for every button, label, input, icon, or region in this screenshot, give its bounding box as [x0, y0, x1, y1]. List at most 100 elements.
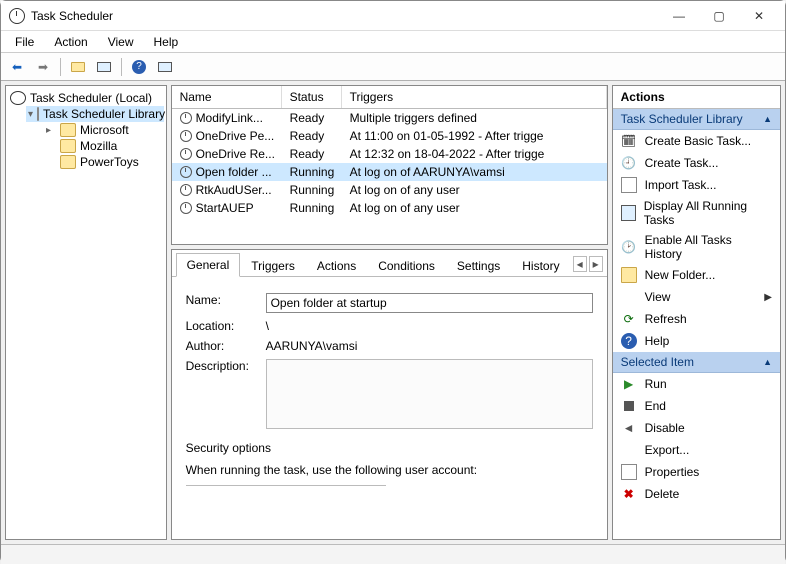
menu-bar: File Action View Help	[1, 31, 785, 53]
menu-help[interactable]: Help	[146, 33, 187, 51]
location-value: \	[266, 319, 593, 333]
task-status: Ready	[282, 128, 342, 144]
collapse-icon: ▲	[763, 114, 772, 124]
name-field[interactable]	[266, 293, 593, 313]
maximize-button[interactable]: ▢	[699, 3, 739, 29]
task-row[interactable]: OneDrive Pe...ReadyAt 11:00 on 01-05-199…	[172, 127, 607, 145]
title-bar: Task Scheduler — ▢ ✕	[1, 1, 785, 31]
import-icon	[621, 177, 637, 193]
window-title: Task Scheduler	[31, 9, 659, 23]
view-icon	[158, 62, 172, 72]
view-toolbar-button[interactable]	[153, 56, 177, 78]
navigation-tree[interactable]: Task Scheduler (Local) ▾ Task Scheduler …	[5, 85, 167, 540]
task-name: ModifyLink...	[196, 111, 263, 125]
minimize-button[interactable]: —	[659, 3, 699, 29]
tab-general[interactable]: General	[176, 253, 241, 277]
action-properties[interactable]: Properties	[613, 461, 780, 483]
folder-icon	[60, 139, 76, 153]
actions-title: Actions	[613, 86, 780, 109]
task-list[interactable]: Name Status Triggers ModifyLink... ReadyM…	[171, 85, 608, 245]
play-icon: ▶	[621, 376, 637, 392]
action-delete[interactable]: ✖Delete	[613, 483, 780, 505]
menu-action[interactable]: Action	[46, 33, 95, 51]
blank-icon	[621, 289, 637, 305]
action-run[interactable]: ▶Run	[613, 373, 780, 395]
separator	[60, 58, 61, 76]
wizard-icon: 🗓	[621, 133, 637, 149]
panes-button[interactable]	[92, 56, 116, 78]
tab-conditions[interactable]: Conditions	[367, 254, 446, 277]
tab-scroll-right[interactable]: ▸	[589, 256, 603, 272]
tab-history[interactable]: History	[511, 254, 570, 277]
task-trigger: At log on of AARUNYA\vamsi	[342, 164, 607, 180]
col-name[interactable]: Name	[172, 86, 282, 108]
task-trigger: At log on of any user	[342, 182, 607, 198]
menu-file[interactable]: File	[7, 33, 42, 51]
tree-root[interactable]: Task Scheduler (Local)	[8, 90, 164, 106]
tree-library[interactable]: ▾ Task Scheduler Library	[26, 106, 164, 122]
menu-view[interactable]: View	[100, 33, 142, 51]
task-list-body: ModifyLink... ReadyMultiple triggers defi…	[172, 109, 607, 217]
export-icon	[621, 442, 637, 458]
task-trigger: At 11:00 on 01-05-1992 - After trigge	[342, 128, 607, 144]
task-row[interactable]: OneDrive Re...ReadyAt 12:32 on 18-04-202…	[172, 145, 607, 163]
name-label: Name:	[186, 293, 266, 313]
history-icon: 🕑	[621, 239, 637, 255]
folder-icon	[60, 123, 76, 137]
tab-scroll-left[interactable]: ◂	[573, 256, 587, 272]
folder-up-icon	[71, 62, 85, 72]
arrow-left-icon: ⬅	[12, 60, 22, 74]
action-new-folder[interactable]: New Folder...	[613, 264, 780, 286]
tab-actions[interactable]: Actions	[306, 254, 367, 277]
description-label: Description:	[186, 359, 266, 429]
help-toolbar-button[interactable]: ?	[127, 56, 151, 78]
task-row[interactable]: ModifyLink...ReadyMultiple triggers defi…	[172, 109, 607, 127]
tree-node-powertoys[interactable]: PowerToys	[44, 154, 164, 170]
accordion-head-library[interactable]: Task Scheduler Library ▲	[613, 109, 780, 130]
col-status[interactable]: Status	[282, 86, 342, 108]
scheduler-icon	[10, 91, 26, 105]
tab-settings[interactable]: Settings	[446, 254, 511, 277]
clock-icon	[180, 166, 192, 178]
tab-triggers[interactable]: Triggers	[240, 254, 306, 277]
accordion-head-selected[interactable]: Selected Item ▲	[613, 352, 780, 373]
action-display-running[interactable]: Display All Running Tasks	[613, 196, 780, 230]
task-trigger: Multiple triggers defined	[342, 110, 607, 126]
action-refresh[interactable]: ⟳Refresh	[613, 308, 780, 330]
toolbar: ⬅ ➡ ?	[1, 53, 785, 81]
expand-icon[interactable]: ▾	[28, 109, 33, 120]
task-row[interactable]: StartAUEPRunningAt log on of any user	[172, 199, 607, 217]
accordion-label: Selected Item	[621, 355, 694, 369]
col-triggers[interactable]: Triggers	[342, 86, 607, 108]
action-import-task[interactable]: Import Task...	[613, 174, 780, 196]
accordion-label: Task Scheduler Library	[621, 112, 743, 126]
action-help-library[interactable]: ?Help	[613, 330, 780, 352]
task-icon: 🕘	[621, 155, 637, 171]
action-disable[interactable]: ◄Disable	[613, 417, 780, 439]
action-enable-history[interactable]: 🕑Enable All Tasks History	[613, 230, 780, 264]
stop-icon	[621, 398, 637, 414]
library-icon	[37, 107, 39, 121]
action-create-basic[interactable]: 🗓Create Basic Task...	[613, 130, 780, 152]
action-end[interactable]: End	[613, 395, 780, 417]
action-view[interactable]: View▶	[613, 286, 780, 308]
tree-node-mozilla[interactable]: Mozilla	[44, 138, 164, 154]
back-button[interactable]: ⬅	[5, 56, 29, 78]
action-export[interactable]: Export...	[613, 439, 780, 461]
task-row[interactable]: Open folder ...RunningAt log on of AARUN…	[172, 163, 607, 181]
task-status: Running	[282, 200, 342, 216]
action-create-task[interactable]: 🕘Create Task...	[613, 152, 780, 174]
tree-library-label: Task Scheduler Library	[43, 107, 165, 121]
expand-icon[interactable]: ▸	[46, 125, 56, 136]
arrow-right-icon: ➡	[38, 60, 48, 74]
tree-node-microsoft[interactable]: ▸ Microsoft	[44, 122, 164, 138]
folder-icon	[60, 155, 76, 169]
task-status: Running	[282, 182, 342, 198]
description-box[interactable]	[266, 359, 593, 429]
close-button[interactable]: ✕	[739, 3, 779, 29]
tree-node-label: Mozilla	[80, 139, 117, 153]
task-list-header: Name Status Triggers	[172, 86, 607, 109]
task-row[interactable]: RtkAudUSer...RunningAt log on of any use…	[172, 181, 607, 199]
forward-button[interactable]: ➡	[31, 56, 55, 78]
up-level-button[interactable]	[66, 56, 90, 78]
